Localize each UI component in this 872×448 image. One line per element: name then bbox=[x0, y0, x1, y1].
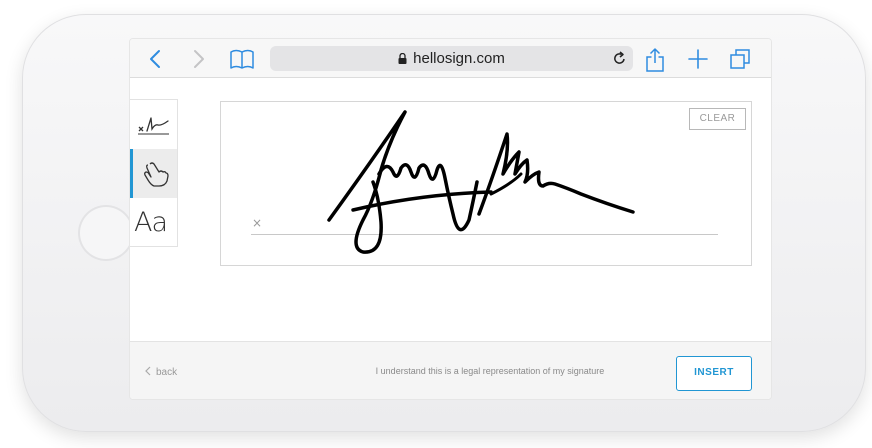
tab-draw[interactable] bbox=[130, 100, 177, 149]
draw-signature-icon bbox=[138, 117, 169, 135]
new-tab-icon[interactable] bbox=[686, 47, 710, 71]
back-link[interactable]: back bbox=[144, 366, 177, 378]
signature-mode-tabs: Aa bbox=[130, 99, 178, 247]
footer-bar: back I understand this is a legal repres… bbox=[130, 341, 771, 399]
share-icon[interactable] bbox=[643, 47, 667, 72]
tab-touch[interactable] bbox=[130, 149, 177, 198]
url-text: hellosign.com bbox=[413, 50, 505, 67]
bookmarks-icon[interactable] bbox=[229, 47, 254, 71]
tab-type[interactable]: Aa bbox=[130, 198, 177, 247]
legal-disclaimer: I understand this is a legal representat… bbox=[375, 366, 605, 376]
url-display: hellosign.com bbox=[270, 50, 633, 67]
home-button[interactable] bbox=[78, 205, 134, 261]
touch-hand-icon bbox=[144, 162, 169, 187]
chevron-left-icon bbox=[145, 366, 151, 376]
drawn-signature bbox=[327, 110, 635, 254]
insert-button[interactable]: INSERT bbox=[676, 356, 752, 391]
signature-pad[interactable]: CLEAR × bbox=[220, 101, 752, 266]
forward-icon[interactable] bbox=[186, 47, 210, 71]
browser-screen: hellosign.com Aa CLEAR × back I understa… bbox=[129, 38, 772, 400]
type-tab-label: Aa bbox=[134, 207, 168, 238]
tabs-icon[interactable] bbox=[728, 47, 752, 71]
browser-toolbar: hellosign.com bbox=[130, 39, 771, 78]
back-icon[interactable] bbox=[144, 47, 168, 71]
lock-icon bbox=[398, 53, 407, 64]
reload-icon[interactable] bbox=[612, 51, 627, 66]
address-bar[interactable]: hellosign.com bbox=[270, 46, 633, 71]
back-label: back bbox=[156, 367, 178, 378]
